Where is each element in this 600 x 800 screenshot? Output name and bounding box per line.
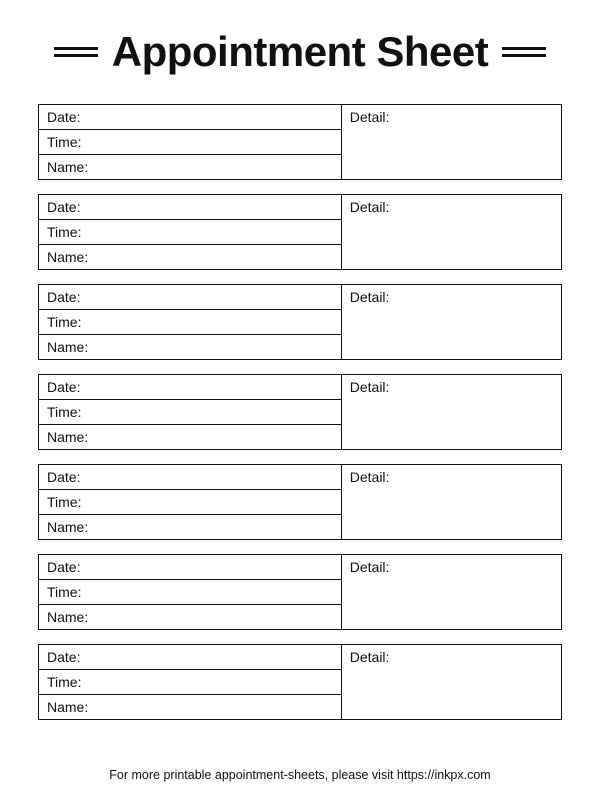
date-row: Date: — [39, 645, 342, 670]
date-row: Date: — [39, 195, 342, 220]
block-left-col: Date:Time:Name: — [39, 285, 342, 359]
date-row: Date: — [39, 105, 342, 130]
time-row: Time: — [39, 310, 342, 335]
date-row: Date: — [39, 465, 342, 490]
time-row: Time: — [39, 670, 342, 695]
time-row: Time: — [39, 130, 342, 155]
appointment-block: Date:Time:Name:Detail: — [38, 194, 562, 270]
appointment-block: Date:Time:Name:Detail: — [38, 644, 562, 720]
appointment-block: Date:Time:Name:Detail: — [38, 554, 562, 630]
name-row: Name: — [39, 695, 342, 719]
date-row: Date: — [39, 375, 342, 400]
appointment-block: Date:Time:Name:Detail: — [38, 464, 562, 540]
appointment-block: Date:Time:Name:Detail: — [38, 284, 562, 360]
name-row: Name: — [39, 425, 342, 449]
name-row: Name: — [39, 245, 342, 269]
detail-cell: Detail: — [342, 285, 561, 359]
name-row: Name: — [39, 155, 342, 179]
detail-cell: Detail: — [342, 645, 561, 719]
block-left-col: Date:Time:Name: — [39, 645, 342, 719]
detail-cell: Detail: — [342, 375, 561, 449]
page-title: Appointment Sheet — [112, 28, 489, 76]
name-row: Name: — [39, 605, 342, 629]
block-left-col: Date:Time:Name: — [39, 375, 342, 449]
name-row: Name: — [39, 335, 342, 359]
appointment-blocks: Date:Time:Name:Detail:Date:Time:Name:Det… — [38, 104, 562, 752]
block-left-col: Date:Time:Name: — [39, 105, 342, 179]
footer-text: For more printable appointment-sheets, p… — [38, 768, 562, 782]
time-row: Time: — [39, 220, 342, 245]
block-left-col: Date:Time:Name: — [39, 465, 342, 539]
detail-cell: Detail: — [342, 555, 561, 629]
detail-cell: Detail: — [342, 465, 561, 539]
time-row: Time: — [39, 490, 342, 515]
time-row: Time: — [39, 400, 342, 425]
date-row: Date: — [39, 555, 342, 580]
appointment-block: Date:Time:Name:Detail: — [38, 104, 562, 180]
time-row: Time: — [39, 580, 342, 605]
title-decoration-left — [54, 47, 98, 57]
detail-cell: Detail: — [342, 195, 561, 269]
appointment-block: Date:Time:Name:Detail: — [38, 374, 562, 450]
date-row: Date: — [39, 285, 342, 310]
title-decoration-right — [502, 47, 546, 57]
block-left-col: Date:Time:Name: — [39, 195, 342, 269]
title-row: Appointment Sheet — [38, 28, 562, 76]
name-row: Name: — [39, 515, 342, 539]
detail-cell: Detail: — [342, 105, 561, 179]
block-left-col: Date:Time:Name: — [39, 555, 342, 629]
